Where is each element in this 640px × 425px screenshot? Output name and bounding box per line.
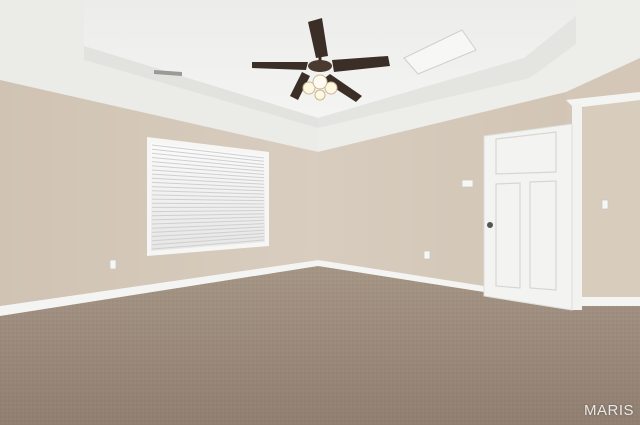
baseboard-right bbox=[582, 297, 640, 306]
empty-bedroom-photo: MARIS bbox=[0, 0, 640, 425]
outlet-icon bbox=[423, 250, 431, 260]
door-knob-icon bbox=[487, 222, 493, 228]
watermark-text: MARIS bbox=[583, 402, 634, 419]
door-icon bbox=[483, 123, 573, 311]
thermostat-icon bbox=[461, 179, 474, 188]
window-blinds-icon bbox=[147, 137, 269, 256]
doorway-side-trim bbox=[572, 104, 582, 310]
hallway-wall bbox=[582, 98, 640, 300]
room-illustration bbox=[0, 0, 640, 425]
light-switch-icon bbox=[601, 199, 609, 210]
blind-slat bbox=[151, 202, 265, 205]
outlet-icon bbox=[109, 259, 117, 270]
